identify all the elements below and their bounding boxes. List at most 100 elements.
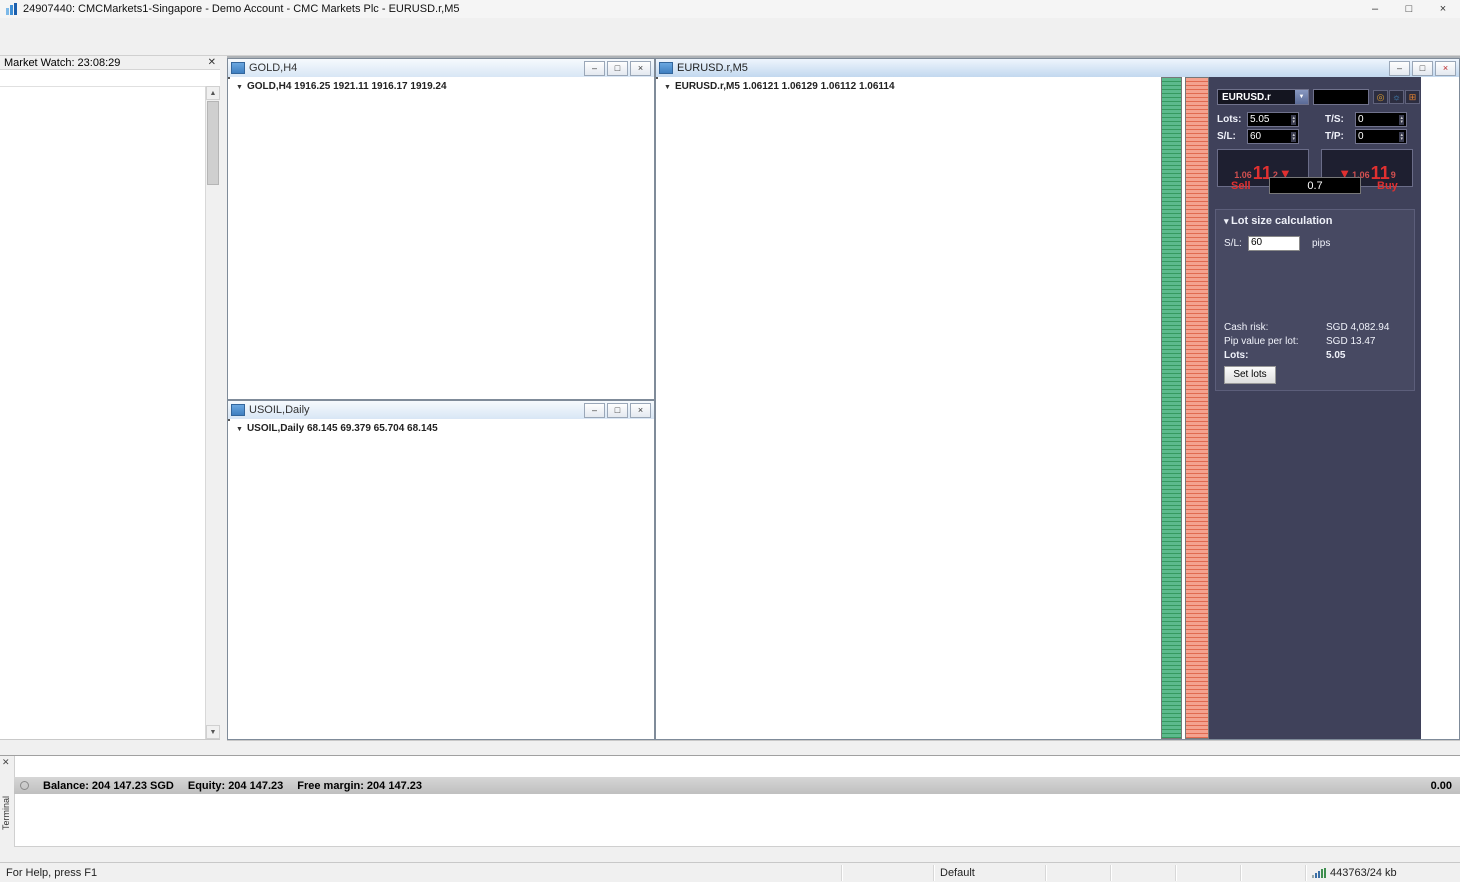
scroll-up-icon[interactable]: ▲ xyxy=(206,86,220,100)
menu-bar xyxy=(0,18,1460,34)
scroll-down-icon[interactable]: ▼ xyxy=(206,725,220,739)
window-close-button[interactable]: × xyxy=(630,403,651,418)
balance-row: Balance: 204 147.23 SGD Equity: 204 147.… xyxy=(14,777,1460,794)
lot-size-calculation: Lot size calculation S/L: 60 pips Cash r… xyxy=(1215,209,1415,391)
one-click-arrow-icon[interactable]: ▼ xyxy=(236,84,243,91)
trailing-stop-input[interactable]: 0▴▾ xyxy=(1355,112,1407,127)
ohlc-quote: ▼USOIL,Daily 68.145 69.379 65.704 68.145 xyxy=(236,423,438,434)
status-profile[interactable]: Default xyxy=(934,865,1046,881)
orders-column-header xyxy=(14,759,1460,775)
window-minimize-button[interactable]: – xyxy=(584,403,605,418)
chart-icon xyxy=(231,404,245,416)
terminal-side-strip: ✕ Terminal xyxy=(0,756,15,863)
take-profit-field-label: T/P: xyxy=(1325,131,1344,142)
pip-value-label: Pip value per lot: xyxy=(1224,336,1299,347)
stop-loss-input[interactable]: 60▴▾ xyxy=(1247,129,1299,144)
calc-sl-input[interactable]: 60 xyxy=(1248,236,1300,251)
application-window: 24907440: CMCMarkets1-Singapore - Demo A… xyxy=(0,0,1460,882)
app-logo-icon xyxy=(6,3,17,15)
equity-value: Equity: 204 147.23 xyxy=(188,780,283,792)
calc-lots-label: Lots: xyxy=(1224,350,1248,361)
status-help-text: For Help, press F1 xyxy=(0,865,842,881)
window-restore-button[interactable]: □ xyxy=(607,403,628,418)
balance-value: Balance: 204 147.23 SGD xyxy=(43,780,174,792)
market-watch-column-header xyxy=(0,70,220,87)
window-minimize-button[interactable]: – xyxy=(584,61,605,76)
window-titlebar[interactable]: GOLD,H4 – □ × xyxy=(228,59,654,78)
one-click-settings-icon[interactable]: ◎ xyxy=(1373,90,1388,104)
cash-risk-label: Cash risk: xyxy=(1224,322,1268,333)
market-watch-panel: Market Watch: 23:08:29 ✕ ▲ ▼ xyxy=(0,56,221,755)
buy-pressure-strip xyxy=(1161,77,1182,739)
lots-input[interactable]: 5.05▴▾ xyxy=(1247,112,1299,127)
close-button[interactable]: × xyxy=(1426,0,1460,18)
ohlc-quote: ▼EURUSD.r,M5 1.06121 1.06129 1.06112 1.0… xyxy=(664,81,895,92)
sell-pressure-strip xyxy=(1185,77,1209,739)
status-cell xyxy=(842,865,934,881)
calc-lots-value: 5.05 xyxy=(1326,350,1345,361)
calc-sl-label: S/L: xyxy=(1224,238,1242,249)
status-icon xyxy=(20,781,29,790)
set-lots-button[interactable]: Set lots xyxy=(1224,366,1276,384)
status-cell xyxy=(1111,865,1176,881)
scrollbar-thumb[interactable] xyxy=(207,101,219,185)
terminal-panel: ✕ Terminal Balance: 204 147.23 SGD Equit… xyxy=(0,755,1460,863)
spread-box: 0.7 xyxy=(1269,177,1361,194)
free-margin-value: Free margin: 204 147.23 xyxy=(297,780,422,792)
gear-icon[interactable]: ☼ xyxy=(1389,90,1404,104)
market-watch-scrollbar[interactable]: ▲ ▼ xyxy=(205,86,220,739)
price-display-box xyxy=(1313,89,1369,105)
one-click-arrow-icon[interactable]: ▼ xyxy=(236,426,243,433)
chart-window-usoil[interactable]: USOIL,Daily – □ × ▼USOIL,Daily 68.145 69… xyxy=(227,400,655,740)
chart-window-title: EURUSD.r,M5 xyxy=(677,62,748,74)
window-restore-button[interactable]: □ xyxy=(607,61,628,76)
panel-splitter[interactable] xyxy=(220,56,227,755)
lots-label: Lots: xyxy=(1217,114,1241,125)
status-cell xyxy=(1176,865,1241,881)
trailing-stop-label: T/S: xyxy=(1325,114,1344,125)
chart-icon xyxy=(659,62,673,74)
lot-calc-title[interactable]: Lot size calculation xyxy=(1224,215,1333,227)
grid-toggle-icon[interactable]: ⊞ xyxy=(1405,90,1420,104)
terminal-close-icon[interactable]: ✕ xyxy=(2,757,10,768)
status-cell xyxy=(1241,865,1306,881)
buy-label: Buy xyxy=(1377,180,1398,192)
pip-value-value: SGD 13.47 xyxy=(1326,336,1375,347)
window-title: 24907440: CMCMarkets1-Singapore - Demo A… xyxy=(23,3,459,15)
status-cell xyxy=(1046,865,1111,881)
status-bar: For Help, press F1 Default 443763/24 kb xyxy=(0,862,1460,882)
ohlc-quote: ▼GOLD,H4 1916.25 1921.11 1916.17 1919.24 xyxy=(236,81,447,92)
window-titlebar[interactable]: EURUSD.r,M5 – □ × xyxy=(656,59,1459,78)
chart-window-eurusd[interactable]: EURUSD.r,M5 – □ × ▼EURUSD.r,M5 1.06121 1… xyxy=(655,58,1460,740)
sell-label: Sell xyxy=(1231,180,1251,192)
window-titlebar[interactable]: USOIL,Daily – □ × xyxy=(228,401,654,420)
cash-risk-value: SGD 4,082.94 xyxy=(1326,322,1389,333)
chart-tab-bar xyxy=(227,740,1460,756)
window-close-button[interactable]: × xyxy=(630,61,651,76)
profit-total: 0.00 xyxy=(1431,780,1460,792)
connection-bars-icon xyxy=(1312,868,1326,878)
chart-window-gold[interactable]: GOLD,H4 – □ × ▼GOLD,H4 1916.25 1921.11 1… xyxy=(227,58,655,400)
market-watch-header: Market Watch: 23:08:29 ✕ xyxy=(0,56,220,70)
window-restore-button[interactable]: □ xyxy=(1412,61,1433,76)
chart-window-title: GOLD,H4 xyxy=(249,62,297,74)
take-profit-input[interactable]: 0▴▾ xyxy=(1355,129,1407,144)
window-minimize-button[interactable]: – xyxy=(1389,61,1410,76)
chart-window-title: USOIL,Daily xyxy=(249,404,310,416)
market-watch-close-icon[interactable]: ✕ xyxy=(208,57,216,68)
chevron-down-icon[interactable]: ▼ xyxy=(1295,90,1308,104)
market-watch-list xyxy=(0,86,206,739)
maximize-button[interactable]: □ xyxy=(1392,0,1426,18)
market-watch-tabs xyxy=(0,739,220,756)
chart-icon xyxy=(231,62,245,74)
order-panel: EURUSD.r ▼ ◎ ☼ ⊞ Lots: 5.05▴▾ T/S: 0▴▾ S… xyxy=(1209,77,1421,739)
symbol-select[interactable]: EURUSD.r ▼ xyxy=(1217,89,1309,105)
one-click-arrow-icon[interactable]: ▼ xyxy=(664,84,671,91)
window-close-button[interactable]: × xyxy=(1435,61,1456,76)
connection-status: 443763/24 kb xyxy=(1306,865,1460,881)
toolbar xyxy=(0,34,1460,56)
market-watch-title: Market Watch: 23:08:29 xyxy=(4,57,120,69)
minimize-button[interactable]: – xyxy=(1358,0,1392,18)
terminal-side-label: Terminal xyxy=(1,793,11,833)
pips-label: pips xyxy=(1312,238,1330,249)
